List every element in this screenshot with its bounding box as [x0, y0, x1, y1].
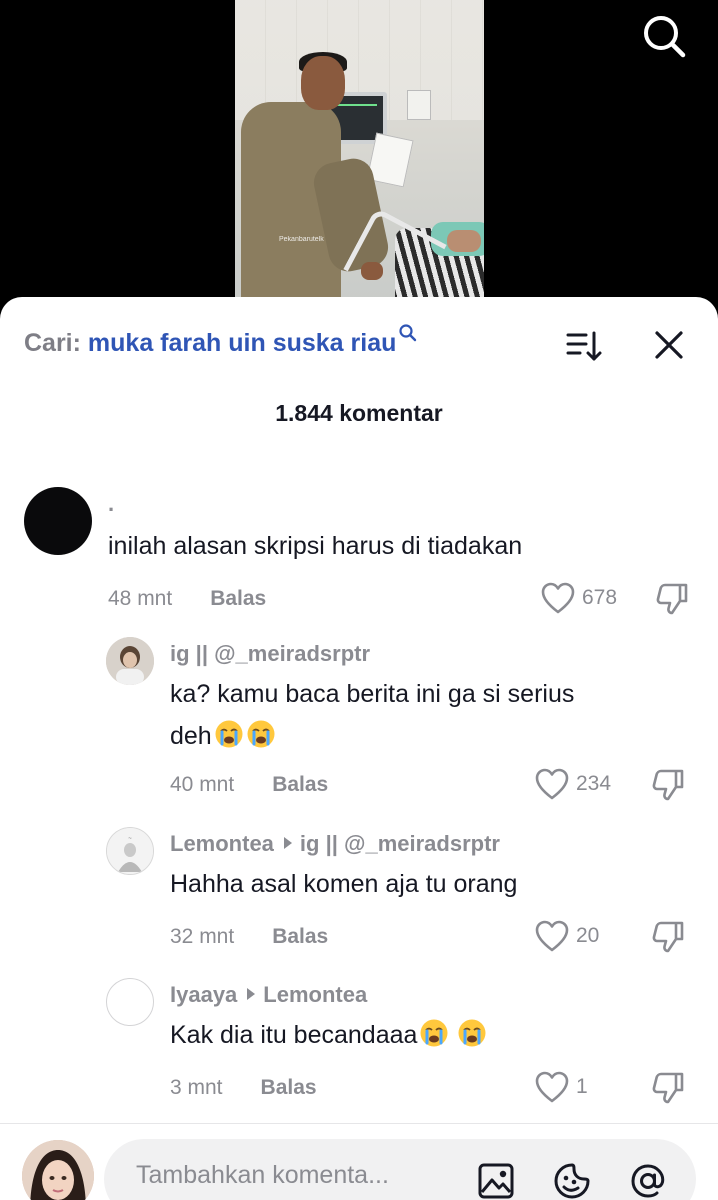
avatar-image — [106, 637, 154, 685]
comment-text-body: Kak dia itu becandaaa — [170, 1021, 418, 1049]
avatar[interactable]: ~ — [106, 827, 154, 875]
like-button[interactable]: 20 — [534, 919, 599, 953]
reply-arrow-icon — [283, 837, 292, 849]
video-watermark: Pekanbarutelk — [279, 236, 324, 243]
dislike-button[interactable] — [650, 1070, 686, 1106]
video-thumbnail[interactable]: Pekanbarutelk — [235, 0, 484, 300]
avatar[interactable] — [24, 487, 92, 555]
comment-time: 48 mnt — [108, 587, 173, 610]
video-player[interactable]: Pekanbarutelk — [0, 0, 718, 320]
dislike-icon — [656, 583, 688, 615]
dislike-icon — [652, 1072, 684, 1104]
reply-to-username[interactable]: ig || @_meiradsrptr — [300, 831, 500, 856]
comments-sheet: Cari: muka farah uin suska riau 1.844 ko… — [0, 297, 718, 1200]
search-button[interactable] — [640, 12, 688, 60]
comments-header: Cari: muka farah uin suska riau — [0, 297, 718, 392]
comment-text: Hahha asal komen aja tu orang — [170, 870, 518, 898]
search-query: muka farah uin suska riau — [87, 329, 397, 357]
comments-count: 1.844 komentar — [275, 400, 443, 426]
comment-text: Kak dia itu becandaaa — [170, 1016, 487, 1054]
dislike-button[interactable] — [654, 581, 690, 617]
comment-username-link[interactable]: Iyaaya — [170, 982, 237, 1007]
like-count: 1 — [576, 1075, 588, 1098]
dislike-icon — [652, 769, 684, 801]
emoji-button[interactable] — [552, 1161, 592, 1200]
reply-button[interactable]: Balas — [272, 925, 328, 948]
comment-username: Lemontea ig || @_meiradsrptr — [170, 831, 500, 857]
comment-meta: 40 mnt Balas — [170, 773, 328, 797]
emoji-icon — [554, 1163, 590, 1199]
crying-face-emoji — [214, 719, 244, 749]
reply-button[interactable]: Balas — [261, 1076, 317, 1099]
mention-button[interactable] — [628, 1161, 668, 1200]
comment-username: Iyaaya Lemontea — [170, 982, 367, 1008]
comment-time: 40 mnt — [170, 773, 235, 796]
close-button[interactable] — [650, 326, 688, 364]
comment-time: 3 mnt — [170, 1076, 223, 1099]
reply-to-username[interactable]: Lemontea — [263, 982, 367, 1007]
crying-face-emoji — [419, 1018, 449, 1048]
avatar-image: ~ — [107, 828, 153, 874]
heart-icon — [535, 1071, 569, 1103]
comment-text-line: deh — [170, 717, 690, 755]
crying-face-emoji — [457, 1018, 487, 1048]
crying-face-emoji — [246, 719, 276, 749]
comment-reply: ig || @_meiradsrptr ka? kamu baca berita… — [0, 633, 718, 813]
comment-username[interactable]: . — [108, 491, 114, 517]
comment-input[interactable] — [136, 1161, 456, 1190]
comment-username[interactable]: ig || @_meiradsrptr — [170, 641, 370, 667]
like-button[interactable]: 234 — [534, 767, 611, 801]
mention-icon — [631, 1164, 665, 1198]
current-user-avatar[interactable] — [22, 1140, 94, 1200]
heart-icon — [535, 920, 569, 952]
dislike-icon — [652, 921, 684, 953]
heart-icon — [535, 768, 569, 800]
image-icon — [478, 1163, 514, 1199]
reply-arrow-icon — [247, 988, 256, 1000]
comment-reply: Iyaaya Lemontea Kak dia itu becandaaa 3 m… — [0, 974, 718, 1114]
sort-icon — [566, 331, 602, 361]
like-button[interactable]: 1 — [534, 1070, 588, 1104]
comment-text-end: deh — [170, 722, 212, 750]
svg-text:~: ~ — [128, 836, 132, 842]
comment-input-bar — [0, 1123, 718, 1200]
comment-text: inilah alasan skripsi harus di tiadakan — [108, 532, 523, 560]
search-label: Cari: — [24, 329, 81, 357]
comment-text-line: ka? kamu baca berita ini ga si serius — [170, 680, 575, 708]
avatar-image — [22, 1140, 94, 1200]
comment-reply: ~ Lemontea ig || @_meiradsrptr Hahha asal… — [0, 823, 718, 963]
reply-button[interactable]: Balas — [210, 587, 266, 610]
close-icon — [655, 331, 683, 359]
comment-text: ka? kamu baca berita ini ga si serius de… — [170, 675, 690, 755]
like-count: 678 — [582, 586, 618, 609]
image-button[interactable] — [476, 1161, 516, 1200]
reply-button[interactable]: Balas — [272, 773, 328, 796]
comment-meta: 48 mnt Balas — [108, 587, 266, 611]
comment-meta: 32 mnt Balas — [170, 925, 328, 949]
dislike-button[interactable] — [650, 767, 686, 803]
like-count: 20 — [576, 924, 600, 947]
avatar[interactable] — [106, 978, 154, 1026]
search-query-link[interactable]: Cari: muka farah uin suska riau — [24, 324, 417, 358]
avatar[interactable] — [106, 637, 154, 685]
sort-button[interactable] — [565, 327, 603, 365]
dislike-button[interactable] — [650, 919, 686, 955]
comment-input-container — [104, 1139, 696, 1200]
heart-icon — [541, 582, 575, 614]
comment-meta: 3 mnt Balas — [170, 1076, 317, 1100]
like-count: 234 — [576, 772, 612, 795]
search-query-icon — [398, 321, 418, 342]
search-icon — [644, 16, 686, 58]
comment-time: 32 mnt — [170, 925, 235, 948]
comment: . inilah alasan skripsi harus di tiadaka… — [0, 477, 718, 617]
like-button[interactable]: 678 — [540, 581, 617, 615]
comment-username-link[interactable]: Lemontea — [170, 831, 274, 856]
